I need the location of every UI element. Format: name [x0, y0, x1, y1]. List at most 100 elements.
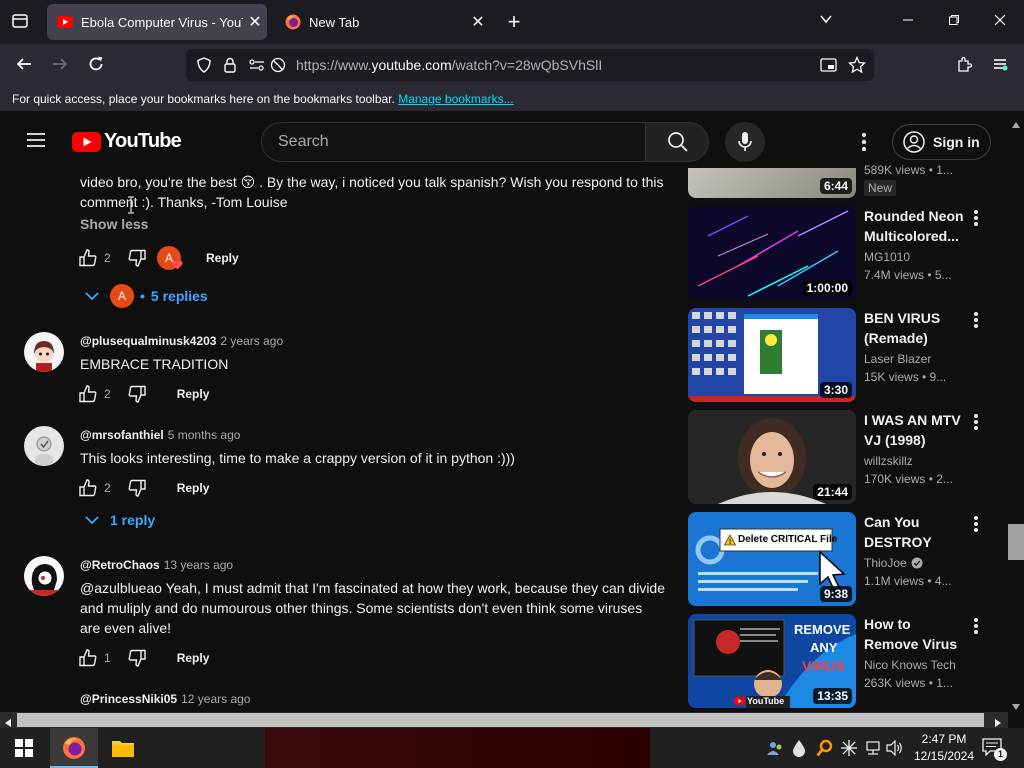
comment-time[interactable]: 12 years ago: [181, 692, 250, 706]
forward-arrow-icon[interactable]: [50, 55, 70, 79]
dislike-icon[interactable]: [127, 478, 147, 498]
channel-name[interactable]: ThioJoe: [864, 556, 907, 570]
tray-droplet-icon[interactable]: [792, 739, 806, 762]
reply-button[interactable]: Reply: [177, 387, 210, 401]
video-menu-icon[interactable]: [970, 514, 982, 534]
horizontal-scrollbar-thumb[interactable]: [17, 713, 984, 727]
view-replies-button[interactable]: 1 reply: [84, 512, 155, 528]
comment-time[interactable]: 13 years ago: [164, 558, 233, 572]
comment-author[interactable]: @RetroChaos 13 years ago: [80, 558, 233, 572]
author-handle[interactable]: @mrsofanthiel: [80, 428, 164, 442]
like-icon[interactable]: [78, 648, 98, 668]
start-button[interactable]: [0, 728, 48, 768]
tracking-shield-icon[interactable]: [196, 57, 212, 78]
taskbar-firefox[interactable]: [50, 728, 98, 768]
avatar[interactable]: [24, 426, 64, 466]
video-menu-icon[interactable]: [970, 310, 982, 330]
reply-button[interactable]: Reply: [177, 481, 210, 495]
video-thumbnail[interactable]: 3:30: [688, 308, 856, 402]
scroll-up-icon[interactable]: [1011, 116, 1021, 134]
comment-author[interactable]: @plusequalminusk4203 2 years ago: [80, 334, 283, 348]
extensions-puzzle-icon[interactable]: [955, 55, 975, 79]
video-title[interactable]: BEN VIRUS (Remade): [864, 308, 968, 348]
video-menu-icon[interactable]: [970, 412, 982, 432]
list-all-tabs-icon[interactable]: [10, 12, 30, 36]
author-handle[interactable]: @plusequalminusk4203: [80, 334, 216, 348]
horizontal-scrollbar[interactable]: [0, 712, 1008, 728]
picture-in-picture-icon[interactable]: [820, 57, 838, 78]
related-video[interactable]: REMOVE ANY VIRUS YouTube 13:35 How to Re…: [688, 614, 998, 708]
tab-new-tab[interactable]: New Tab ✕: [275, 4, 490, 40]
tray-volume-icon[interactable]: [886, 739, 904, 761]
voice-search-button[interactable]: [725, 122, 765, 162]
video-title[interactable]: Can You DESTROY You...: [864, 512, 968, 552]
close-tab-icon[interactable]: ✕: [243, 12, 267, 32]
video-channel[interactable]: willzskillz: [864, 454, 913, 468]
comment-time[interactable]: 5 months ago: [168, 428, 241, 442]
related-video[interactable]: 21:44 I WAS AN MTV VJ (1998) willzskillz…: [688, 410, 998, 504]
taskbar-clock[interactable]: 2:47 PM 12/15/2024: [912, 731, 976, 765]
tray-sun-icon[interactable]: [840, 739, 858, 762]
related-video[interactable]: 3:30 BEN VIRUS (Remade) Laser Blazer 15K…: [688, 308, 998, 402]
taskbar-file-explorer[interactable]: [100, 728, 146, 768]
video-channel[interactable]: Laser Blazer: [864, 352, 931, 366]
video-menu-icon[interactable]: [970, 208, 982, 228]
dislike-icon[interactable]: [127, 248, 147, 268]
lock-icon[interactable]: [222, 56, 238, 79]
show-less-button[interactable]: Show less: [80, 216, 148, 232]
reply-button[interactable]: Reply: [177, 651, 210, 665]
dislike-icon[interactable]: [127, 384, 147, 404]
video-thumbnail[interactable]: REMOVE ANY VIRUS YouTube 13:35: [688, 614, 856, 708]
view-replies-button[interactable]: A • 5 replies: [84, 284, 208, 308]
sign-in-button[interactable]: Sign in: [892, 124, 991, 160]
video-thumbnail[interactable]: 1:00:00: [688, 206, 856, 300]
video-menu-icon[interactable]: [970, 616, 982, 636]
bookmark-star-icon[interactable]: [847, 55, 867, 79]
video-thumbnail[interactable]: Delete CRITICAL File ! 9:38: [688, 512, 856, 606]
avatar[interactable]: [24, 332, 64, 372]
comment-author[interactable]: @PrincessNiki05 12 years ago: [80, 692, 250, 706]
comment-time[interactable]: 2 years ago: [220, 334, 283, 348]
close-window-icon[interactable]: [990, 12, 1010, 32]
related-video[interactable]: Delete CRITICAL File ! 9:38 Can You DEST…: [688, 512, 998, 606]
guide-menu-icon[interactable]: [26, 130, 46, 155]
permissions-icon[interactable]: [248, 57, 266, 78]
more-options-icon[interactable]: [860, 132, 868, 157]
reload-icon[interactable]: [86, 55, 106, 79]
tray-search-icon[interactable]: [816, 739, 834, 762]
video-thumbnail[interactable]: 21:44: [688, 410, 856, 504]
tray-network-icon[interactable]: [864, 740, 882, 761]
search-input[interactable]: Search: [261, 122, 646, 162]
video-title[interactable]: How to Remove Virus from PC...: [864, 614, 968, 654]
search-button[interactable]: [645, 122, 709, 162]
url-text[interactable]: https://www.youtube.com/watch?v=28wQbSVh…: [296, 57, 602, 73]
video-thumbnail[interactable]: 6:44: [688, 168, 856, 198]
tab-list-chevron-icon[interactable]: [816, 12, 836, 32]
author-handle[interactable]: @RetroChaos: [80, 558, 160, 572]
dislike-icon[interactable]: [127, 648, 147, 668]
youtube-logo[interactable]: YouTube: [72, 130, 182, 153]
video-channel[interactable]: Nico Knows Tech: [864, 658, 956, 672]
close-tab-icon[interactable]: ✕: [466, 12, 490, 32]
avatar[interactable]: [24, 556, 64, 596]
like-icon[interactable]: [78, 478, 98, 498]
address-bar[interactable]: https://www.youtube.com/watch?v=28wQbSVh…: [186, 49, 874, 81]
like-icon[interactable]: [78, 248, 98, 268]
scrollbar-thumb[interactable]: [1008, 524, 1024, 560]
restore-window-icon[interactable]: [944, 12, 964, 32]
author-handle[interactable]: @PrincessNiki05: [80, 692, 177, 706]
video-channel[interactable]: ThioJoe: [864, 556, 923, 570]
vertical-scrollbar[interactable]: [1008, 112, 1024, 712]
video-channel[interactable]: MG1010: [864, 250, 910, 264]
autoplay-blocked-icon[interactable]: [270, 57, 286, 78]
video-title[interactable]: Rounded Neon Multicolored...: [864, 206, 968, 246]
manage-bookmarks-link[interactable]: Manage bookmarks...: [398, 92, 513, 106]
minimize-window-icon[interactable]: [898, 12, 918, 32]
notification-center-button[interactable]: 1: [982, 738, 1007, 761]
reply-button[interactable]: Reply: [206, 251, 239, 265]
video-title[interactable]: I WAS AN MTV VJ (1998): [864, 410, 968, 450]
back-arrow-icon[interactable]: [14, 55, 34, 79]
tab-youtube[interactable]: Ebola Computer Virus - YouTube ✕: [47, 4, 267, 40]
comment-author[interactable]: @mrsofanthiel 5 months ago: [80, 428, 240, 442]
related-video[interactable]: 1:00:00 Rounded Neon Multicolored... MG1…: [688, 206, 998, 300]
